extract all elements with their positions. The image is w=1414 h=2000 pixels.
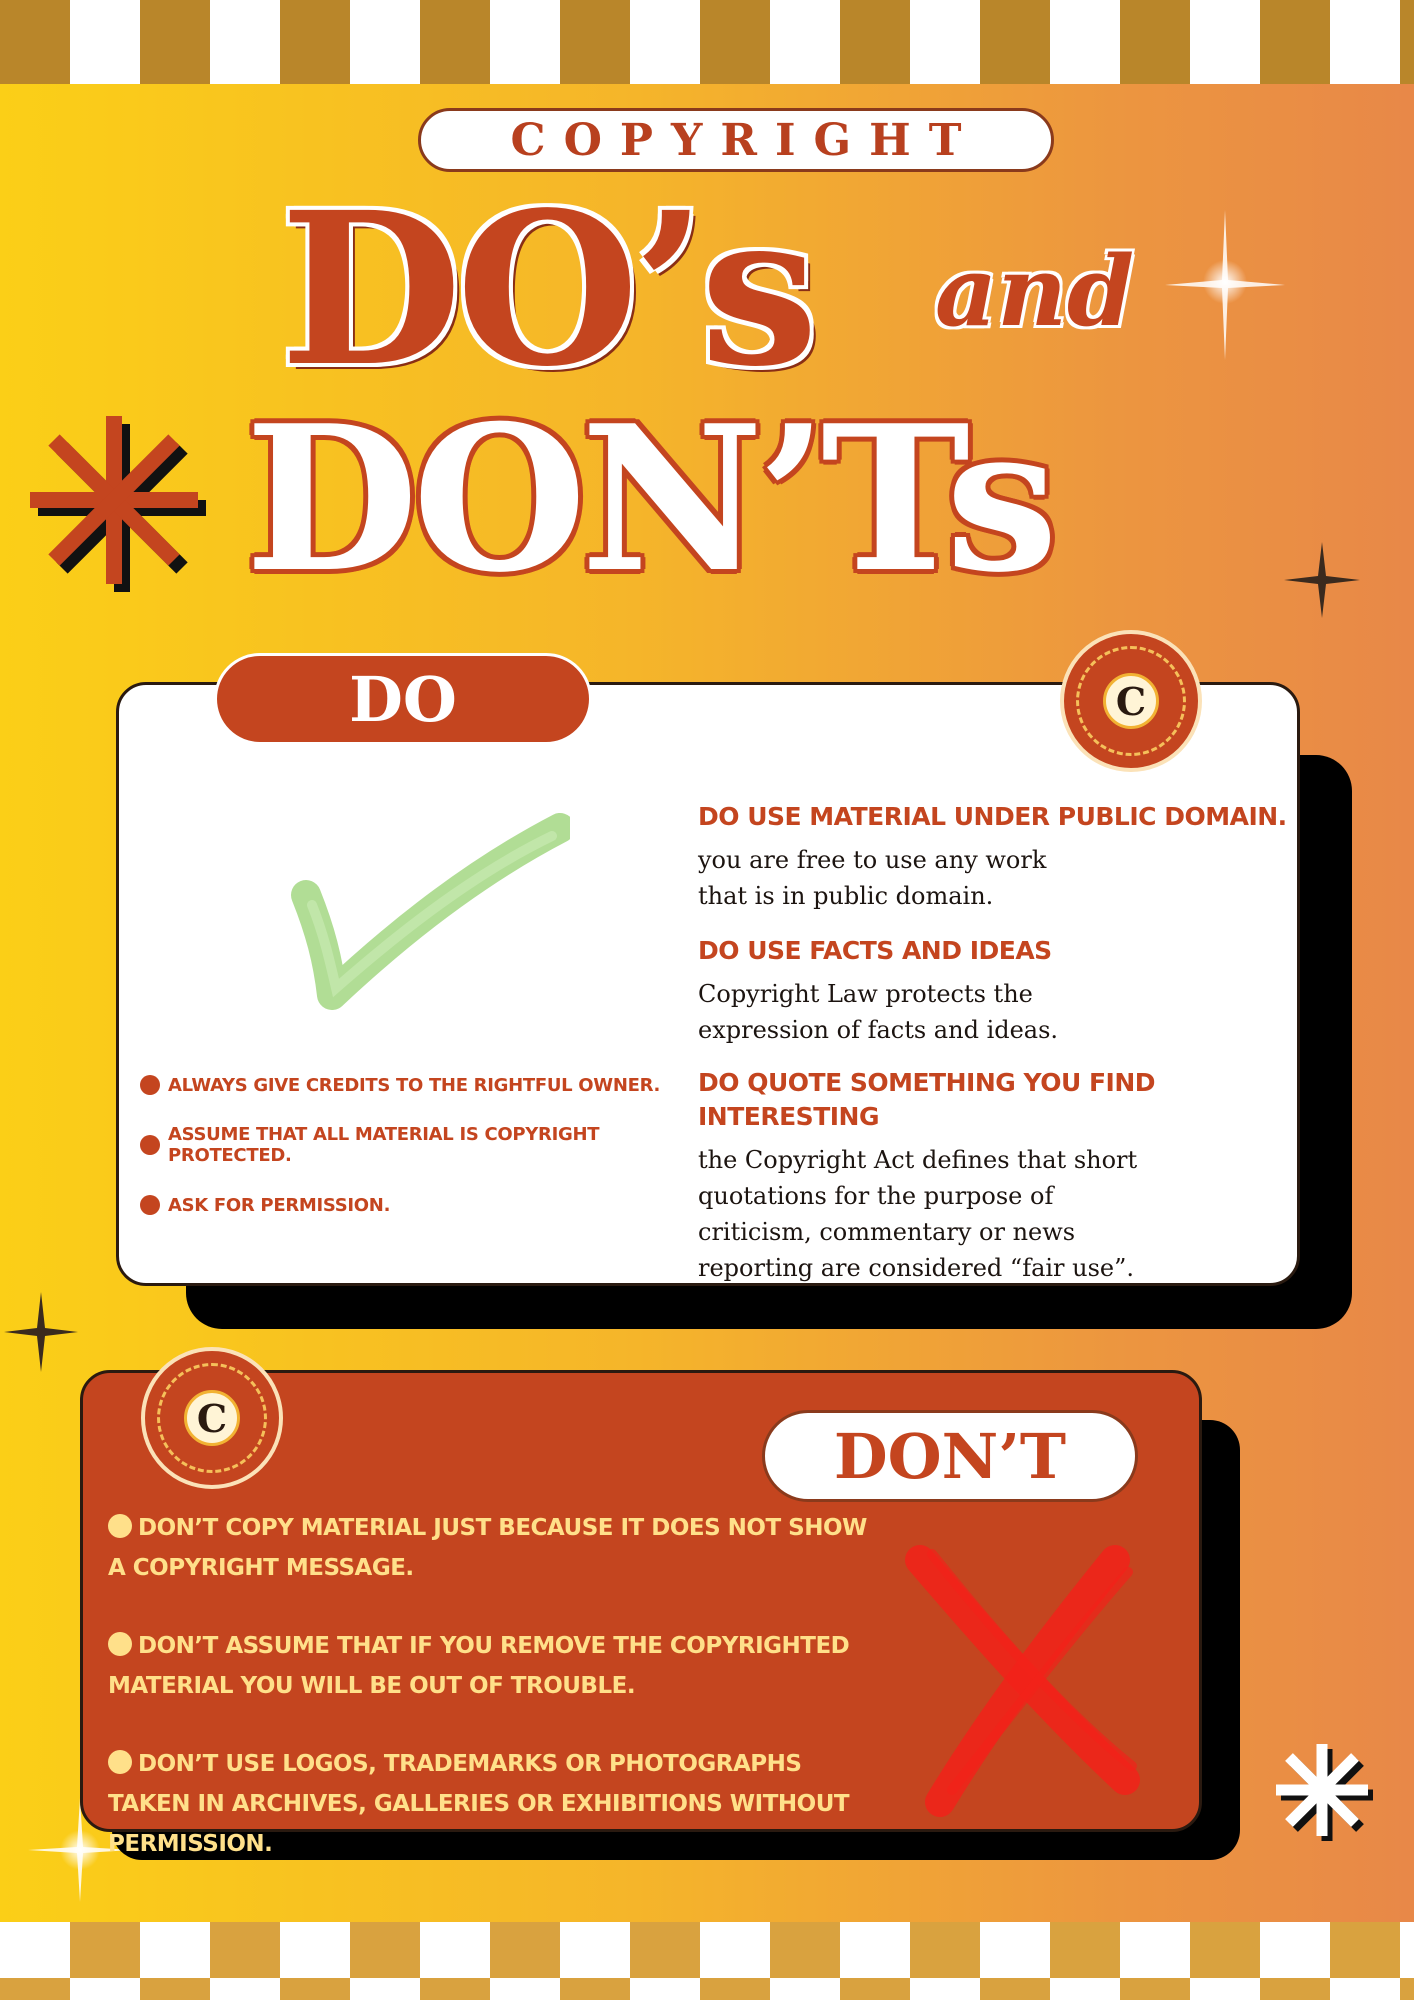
do-bullet: ASK FOR PERMISSION. — [140, 1190, 680, 1220]
copyright-kicker: COPYRIGHT — [418, 108, 1054, 172]
dark-star-icon — [1284, 542, 1360, 618]
do-item-body: Copyright Law protects the expression of… — [698, 980, 1059, 1044]
title-dos: DO’s — [280, 166, 818, 413]
copyright-badge-icon: C — [141, 1347, 283, 1489]
bullet-dot — [140, 1135, 160, 1155]
dont-label: DON’T — [762, 1410, 1138, 1502]
asterisk-icon — [30, 416, 206, 592]
dont-bullet: DON’T COPY MATERIAL JUST BECAUSE IT DOES… — [108, 1514, 867, 1581]
bullet-dot — [108, 1514, 132, 1538]
asterisk-icon — [1276, 1744, 1373, 1841]
checker-border-top — [0, 0, 1414, 84]
dont-bullet: DON’T USE LOGOS, TRADEMARKS OR PHOTOGRAP… — [108, 1750, 850, 1857]
do-item-heading: DO QUOTE SOMETHING YOU FIND INTERESTING — [698, 1068, 1156, 1131]
bullet-dot — [140, 1075, 160, 1095]
title-and: and — [935, 235, 1135, 348]
do-item-body: you are free to use any work that is in … — [698, 846, 1047, 910]
checkmark-icon — [291, 813, 570, 1010]
title-donts: DON’Ts — [245, 382, 1058, 617]
do-bullet: ALWAYS GIVE CREDITS TO THE RIGHTFUL OWNE… — [140, 1070, 680, 1100]
badge-letter: C — [1103, 673, 1159, 729]
bullet-dot — [140, 1195, 160, 1215]
badge-letter: C — [184, 1390, 240, 1446]
checker-border-bottom — [0, 1922, 1414, 2000]
x-mark-icon — [905, 1545, 1140, 1817]
dont-bullet-list: DON’T COPY MATERIAL JUST BECAUSE IT DOES… — [108, 1508, 868, 1902]
dark-star-icon — [4, 1292, 78, 1372]
do-label: DO — [214, 653, 592, 745]
do-item-heading: DO USE FACTS AND IDEAS — [698, 936, 1052, 965]
do-items: DO USE MATERIAL UNDER PUBLIC DOMAIN. you… — [698, 800, 1288, 1286]
do-item-body: the Copyright Act defines that short quo… — [698, 1146, 1138, 1282]
dont-bullet: DON’T ASSUME THAT IF YOU REMOVE THE COPY… — [108, 1632, 850, 1699]
bullet-dot — [108, 1632, 132, 1656]
copyright-badge-icon: C — [1060, 630, 1202, 772]
bullet-dot — [108, 1750, 132, 1774]
sparkle-icon — [1165, 210, 1285, 360]
do-bullet-list: ALWAYS GIVE CREDITS TO THE RIGHTFUL OWNE… — [140, 1070, 680, 1250]
do-bullet: ASSUME THAT ALL MATERIAL IS COPYRIGHT PR… — [140, 1124, 680, 1166]
do-item-heading: DO USE MATERIAL UNDER PUBLIC DOMAIN. — [698, 802, 1287, 831]
